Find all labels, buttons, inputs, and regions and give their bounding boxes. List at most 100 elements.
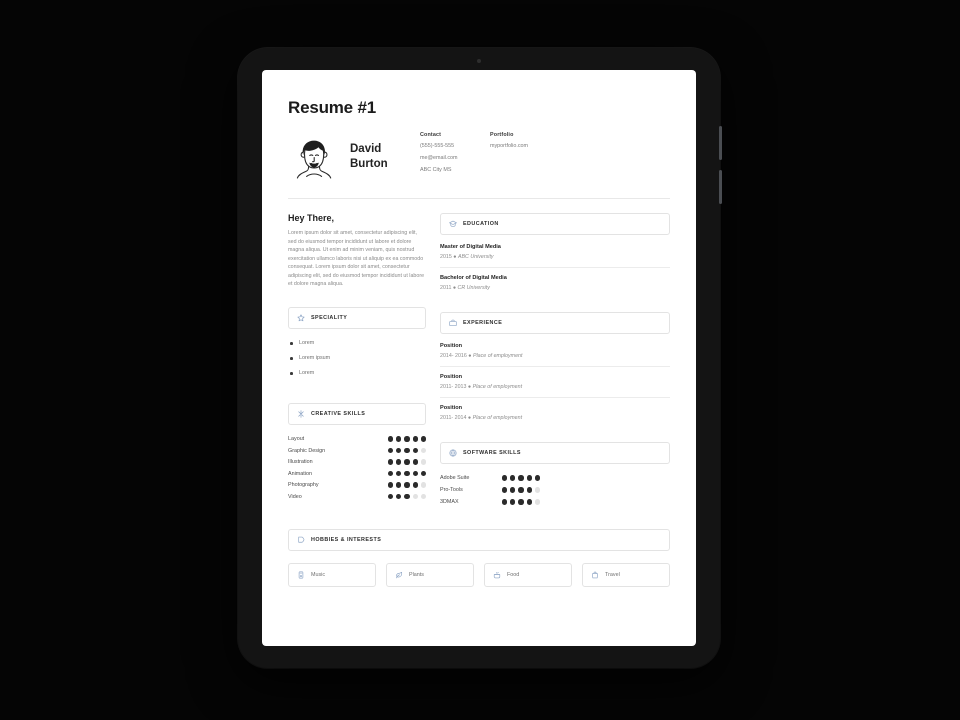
rating-dot-filled [526,475,532,481]
rating-dot-filled [404,470,410,477]
contact-email: me@email.com [420,154,458,161]
rating-dot-empty [420,482,426,488]
rating-dot-filled [510,475,516,481]
experience-header: EXPERIENCE [440,312,670,334]
software-skill-row: 3DMAX [440,499,670,505]
experience-place: Place of employment [472,415,523,421]
education-year: 2011 [440,285,452,291]
rating-dot-filled [420,470,426,477]
software-skills-header: SOFTWARE SKILLS [440,442,670,464]
rating-dot-filled [396,459,402,465]
rating-dot-filled [412,470,418,477]
creative-skill-row: Video [288,494,426,500]
creative-skills-label: CREATIVE SKILLS [311,411,366,418]
hobby-card[interactable]: Music [288,563,376,587]
creative-skill-row: Photography [288,482,426,488]
hobby-card[interactable]: Plants [386,563,474,587]
skill-rating [388,447,426,454]
rating-dot-filled [396,482,402,488]
tablet-screen: Resume #1 David Burton Contact (555)-555… [262,70,696,646]
speciality-item: Lorem [288,370,426,376]
intro-title: Hey There, [288,213,335,223]
volume-up-button[interactable] [719,126,722,160]
education-section: EDUCATION Master of Digital Media 2015 ● … [440,213,670,298]
experience-entry: Position 2011- 2014 ● Place of employment [440,405,670,428]
left-column: Hey There, Lorem ipsum dolor sit amet, c… [288,213,426,511]
creative-skills-list: Layout Graphic Design Illustration Animatio… [288,436,426,500]
portfolio-url[interactable]: myportfolio.com [490,143,580,150]
software-skills-list: Adobe Suite Pro-Tools 3DMAX [440,475,670,505]
leaf-icon [395,571,403,579]
hobby-label: Music [311,572,326,578]
skill-name: Graphic Design [288,447,326,454]
skill-rating [388,436,426,442]
experience-section: EXPERIENCE Position 2014- 2016 ● Place of… [440,312,670,428]
experience-meta: 2011- 2013 ● Place of employment [440,384,670,390]
rating-dot-filled [396,470,402,477]
experience-role: Position [440,405,463,411]
hobby-card[interactable]: Food [484,563,572,587]
experience-label: EXPERIENCE [463,320,503,326]
experience-role: Position [440,343,463,349]
hobby-cards: Music Plants Food Travel [288,563,670,587]
first-name: David [350,143,382,156]
skill-name: Pro-Tools [440,487,463,493]
rating-dot-filled [412,447,418,454]
resume-body: Hey There, Lorem ipsum dolor sit amet, c… [288,213,670,511]
skill-name: Adobe Suite [440,475,470,481]
hobby-card[interactable]: Travel [582,563,670,587]
software-skills-label: SOFTWARE SKILLS [463,450,521,456]
rating-dot-empty [420,493,426,500]
hobby-label: Plants [409,572,424,578]
software-skill-row: Pro-Tools [440,487,670,493]
education-degree: Bachelor of Digital Media [440,275,507,281]
rating-dot-filled [396,447,402,454]
hobbies-label: HOBBIES & INTERESTS [311,537,382,543]
skill-rating [388,482,426,488]
skill-name: Video [288,493,302,500]
experience-meta: 2011- 2014 ● Place of employment [440,415,670,421]
rating-dot-filled [396,436,402,442]
speciality-header: SPECIALITY [288,307,426,330]
software-skills-section: SOFTWARE SKILLS Adobe Suite Pro-Tools 3DMA… [440,442,670,505]
skill-rating [388,459,426,465]
creative-skills-header: CREATIVE SKILLS [288,403,426,426]
creative-skills-section: CREATIVE SKILLS Layout Graphic Design Illu… [288,403,426,500]
skill-name: Layout [288,436,305,443]
graduation-cap-icon [449,220,457,228]
rating-dot-filled [526,499,532,505]
skill-name: Animation [288,470,312,477]
education-meta: 2015 ● ABC University [440,254,670,260]
rating-dot-filled [396,493,402,500]
creative-skill-row: Illustration [288,459,426,465]
rating-dot-filled [502,487,508,493]
contact-phone: (555)-555-555 [420,143,455,149]
volume-down-button[interactable] [719,170,722,204]
contact-column: Contact (555)-555-555 me@email.com ABC C… [420,132,490,180]
rating-dot-filled [518,475,524,481]
intro-section: Hey There, Lorem ipsum dolor sit amet, c… [288,213,426,289]
bag-icon [591,571,599,579]
skill-name: Photography [288,482,319,489]
rating-dot-filled [404,482,410,488]
rating-dot-filled [420,436,426,442]
rating-dot-filled [388,436,394,442]
resume-document: Resume #1 David Burton Contact (555)-555… [262,70,696,646]
device-stage: Resume #1 David Burton Contact (555)-555… [0,0,960,720]
experience-entry: Position 2014- 2016 ● Place of employment [440,343,670,367]
speciality-section: SPECIALITY Lorem Lorem ipsum Lorem [288,307,426,376]
education-meta: 2011 ● CR University [440,285,670,291]
contact-heading: Contact [420,132,442,138]
rating-dot-filled [502,499,508,505]
tablet-device: Resume #1 David Burton Contact (555)-555… [238,48,722,668]
rating-dot-filled [404,447,410,454]
portfolio-column: Portfolio myportfolio.com [490,132,580,156]
last-name: Burton [350,158,388,170]
rating-dot-filled [404,459,410,465]
rating-dot-filled [412,482,418,488]
hobby-label: Travel [605,572,620,578]
rating-dot-empty [534,499,540,505]
education-degree: Master of Digital Media [440,244,501,250]
education-entries: Master of Digital Media 2015 ● ABC Univer… [440,244,670,298]
skill-rating [502,475,540,481]
